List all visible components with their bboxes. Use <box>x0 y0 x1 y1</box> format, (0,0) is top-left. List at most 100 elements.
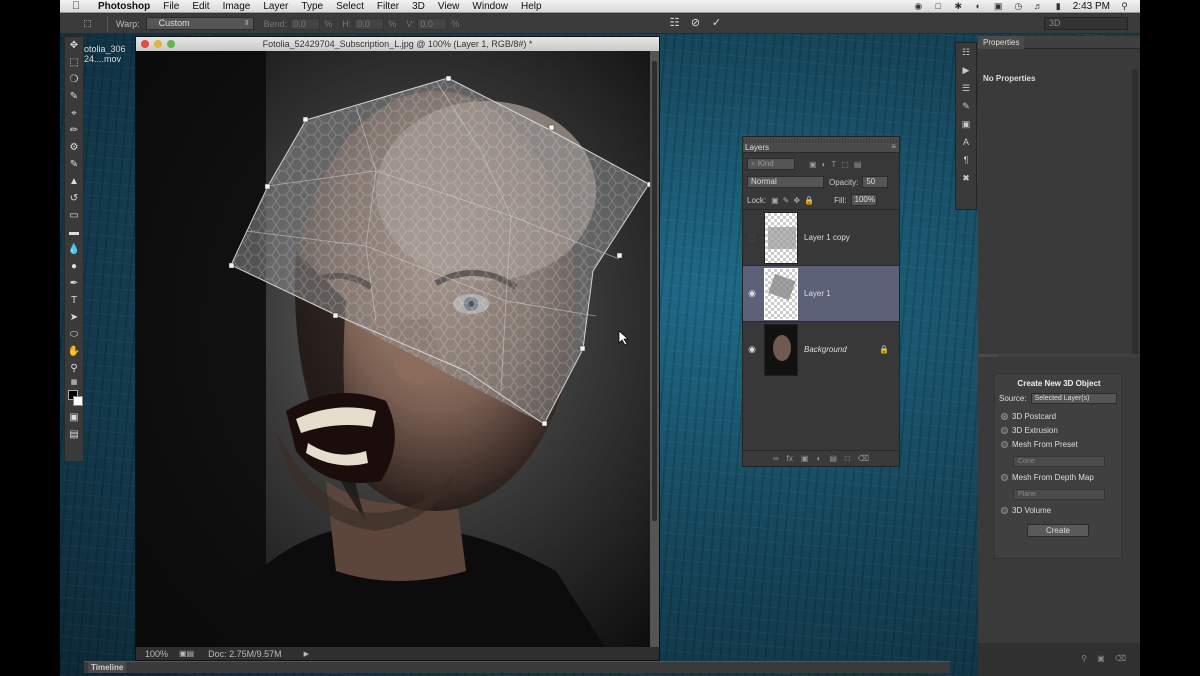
layers-tab[interactable]: Layers <box>745 143 769 152</box>
light-icon[interactable]: ⚲ <box>1081 654 1087 666</box>
volume-icon[interactable]: ♬ <box>1033 2 1044 11</box>
screen-mode-icon[interactable]: ▤ <box>65 426 83 443</box>
visibility-off-icon[interactable]: □ <box>744 233 760 243</box>
time-machine-icon[interactable]: ◷ <box>1013 2 1024 11</box>
render-icon[interactable]: ▣ <box>1097 654 1105 666</box>
status-icons[interactable]: ▣▤ <box>179 649 194 658</box>
opacity-field[interactable]: 50 <box>862 176 889 188</box>
zoom-tool-icon[interactable]: ⚲ <box>65 360 83 377</box>
blur-tool-icon[interactable]: 💧 <box>65 241 83 258</box>
new-layer-icon[interactable]: □ <box>845 454 850 463</box>
menu-app[interactable]: Photoshop <box>98 1 150 12</box>
menu-layer[interactable]: Layer <box>263 1 288 12</box>
timeline-tab[interactable]: Timeline <box>88 662 127 673</box>
layer-row-layer-1-copy[interactable]: □ Layer 1 copy <box>743 209 899 265</box>
radio-3d-extrusion[interactable] <box>1001 427 1008 434</box>
source-select[interactable]: Selected Layer(s) <box>1030 393 1117 404</box>
add-mask-icon[interactable]: ▣ <box>801 454 809 463</box>
menu-edit[interactable]: Edit <box>192 1 209 12</box>
eraser-tool-icon[interactable]: ▭ <box>65 207 83 224</box>
clone-stamp-tool-icon[interactable]: ▲ <box>65 173 83 190</box>
option-3d-volume[interactable]: 3D Volume <box>1001 506 1051 515</box>
blend-mode-select[interactable]: Normal <box>747 176 824 188</box>
menu-filter[interactable]: Filter <box>377 1 399 12</box>
layer-row-background[interactable]: ◉ Background 🔒 <box>743 321 899 377</box>
workspace-select[interactable]: 3D <box>1044 17 1128 30</box>
color-swatches[interactable] <box>65 387 83 409</box>
link-layers-icon[interactable]: ∞ <box>773 454 779 463</box>
eye-icon[interactable]: ◉ <box>744 288 760 299</box>
tool-presets-panel-icon[interactable]: ✖ <box>956 169 976 187</box>
actions-panel-icon[interactable]: ▶ <box>956 61 976 79</box>
document-vertical-scrollbar[interactable] <box>650 51 659 649</box>
zoom-window-button[interactable] <box>167 40 175 48</box>
character-panel-icon[interactable]: A <box>956 133 976 151</box>
radio-3d-volume[interactable] <box>1001 507 1008 514</box>
adjustment-layer-icon[interactable]: ◐ <box>816 454 821 463</box>
document-titlebar[interactable]: Fotolia_52429704_Subscription_L.jpg @ 10… <box>136 37 659 51</box>
clock[interactable]: 2:43 PM <box>1073 1 1110 12</box>
menu-select[interactable]: Select <box>336 1 364 12</box>
option-3d-extrusion[interactable]: 3D Extrusion <box>1001 426 1058 435</box>
radio-3d-postcard[interactable] <box>1001 413 1008 420</box>
h-distortion-field[interactable]: 0.0 <box>354 17 385 30</box>
bluetooth-icon[interactable]: ✱ <box>953 2 964 11</box>
create-button[interactable]: Create <box>1027 524 1089 537</box>
brush-tool-icon[interactable]: ✎ <box>65 156 83 173</box>
pixel-filter-icon[interactable]: ▣ <box>809 160 817 169</box>
adjustment-filter-icon[interactable]: ◐ <box>822 160 827 169</box>
panel-menu-icon[interactable]: ≡ <box>891 142 896 151</box>
shape-filter-icon[interactable]: ⬚ <box>841 160 849 169</box>
radio-mesh-from-depth-map[interactable] <box>1001 474 1008 481</box>
puppet-warp-icon[interactable]: ☷ <box>668 16 681 30</box>
commit-transform-icon[interactable]: ✓ <box>710 16 723 30</box>
marquee-tool-icon[interactable]: ⬚ <box>65 54 83 71</box>
menu-window[interactable]: Window <box>472 1 508 12</box>
type-filter-icon[interactable]: T <box>831 160 836 169</box>
lock-icons[interactable]: ▣✎✥🔒 <box>771 196 818 205</box>
radio-mesh-from-preset[interactable] <box>1001 441 1008 448</box>
tool-preset-picker[interactable]: ⬚ <box>68 15 108 32</box>
pen-tool-icon[interactable]: ✒ <box>65 275 83 292</box>
fill-field[interactable]: 100% <box>850 194 877 206</box>
shape-tool-icon[interactable]: ⬭ <box>65 326 83 343</box>
depth-map-select[interactable]: Plane <box>1013 489 1105 500</box>
screen-icon[interactable]: ▣ <box>993 2 1004 11</box>
brushes-panel-icon[interactable]: ✎ <box>956 97 976 115</box>
layer-name[interactable]: Layer 1 copy <box>804 233 850 242</box>
wifi-icon[interactable]: ◐ <box>973 2 984 11</box>
spotlight-search-icon[interactable]: ⚲ <box>1119 2 1130 11</box>
hand-tool-icon[interactable]: ✋ <box>65 343 83 360</box>
background-color[interactable] <box>73 396 83 406</box>
creative-cloud-icon[interactable]: ◉ <box>913 2 924 11</box>
layers-panel-header[interactable]: Layers ≡ <box>743 137 899 153</box>
gradient-tool-icon[interactable]: ▬ <box>65 224 83 241</box>
scroll-thumb[interactable] <box>652 61 657 521</box>
layer-name[interactable]: Background <box>804 345 847 354</box>
bend-field[interactable]: 0.0 <box>290 17 321 30</box>
layer-row-layer-1[interactable]: ◉ Layer 1 <box>743 265 899 321</box>
status-menu-arrow-icon[interactable]: ▶ <box>304 650 309 658</box>
option-mesh-from-depth-map[interactable]: Mesh From Depth Map <box>1001 473 1094 482</box>
zoom-level[interactable]: 100% <box>145 649 175 659</box>
layer-style-icon[interactable]: fx <box>787 454 793 463</box>
new-group-icon[interactable]: ▤ <box>829 454 837 463</box>
history-brush-tool-icon[interactable]: ↺ <box>65 190 83 207</box>
properties-tab[interactable]: Properties <box>978 35 1025 49</box>
delete-layer-icon[interactable]: ⌫ <box>858 454 869 463</box>
type-tool-icon[interactable]: T <box>65 292 83 309</box>
quick-mask-icon[interactable]: ▣ <box>65 409 83 426</box>
paths-panel-icon[interactable]: ▣ <box>956 115 976 133</box>
eyedropper-tool-icon[interactable]: ✏ <box>65 122 83 139</box>
adjustments-panel-icon[interactable]: ☰ <box>956 79 976 97</box>
quick-select-tool-icon[interactable]: ✎ <box>65 88 83 105</box>
menu-type[interactable]: Type <box>301 1 323 12</box>
background-document-tab[interactable]: otolia_306 24....mov <box>84 44 134 74</box>
option-mesh-from-preset[interactable]: Mesh From Preset <box>1001 440 1078 449</box>
move-tool-icon[interactable]: ✥ <box>65 37 83 54</box>
preset-select[interactable]: Cone <box>1013 456 1105 467</box>
layer-filter-select[interactable]: ⌕ Kind <box>747 158 795 170</box>
warp-style-select[interactable]: Custom <box>145 17 254 30</box>
eye-icon[interactable]: ◉ <box>744 344 760 355</box>
history-panel-icon[interactable]: ☷ <box>956 43 976 61</box>
